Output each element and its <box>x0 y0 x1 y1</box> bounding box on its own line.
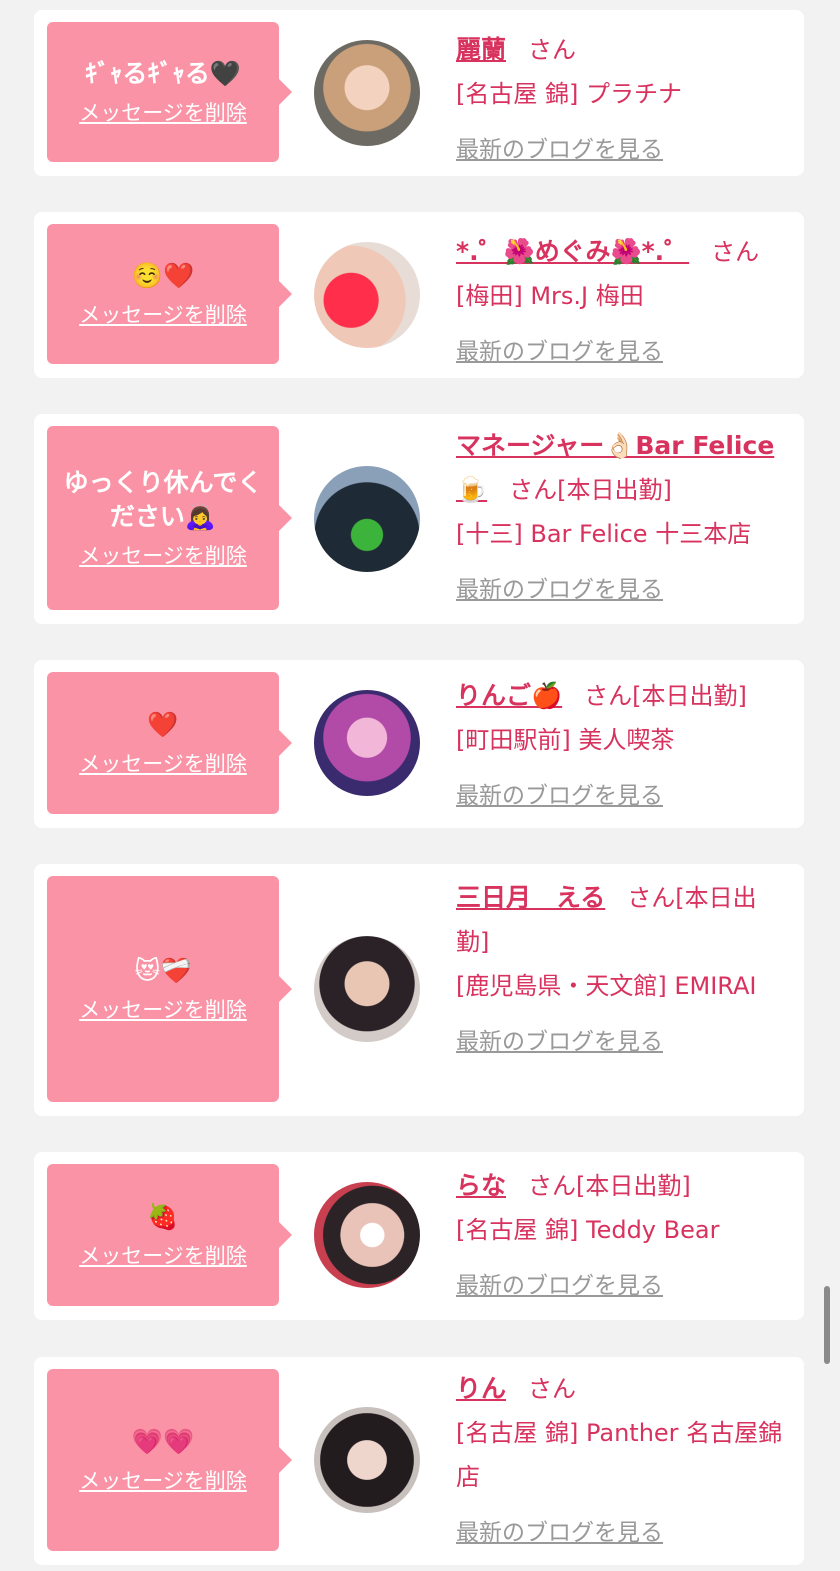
cast-name-link[interactable]: 三日月 える <box>456 883 605 912</box>
message-text: 😻❤️‍🩹 <box>134 956 192 985</box>
favorite-card: 🍓 メッセージを削除 らな さん[本日出勤] [名古屋 錦] Teddy Bear… <box>34 1152 804 1320</box>
cast-name-link[interactable]: らな <box>456 1171 506 1200</box>
attendance-status: [本日出勤] <box>632 682 747 710</box>
honorific: さん <box>584 682 633 710</box>
cast-name-link[interactable]: 麗蘭 <box>456 35 506 64</box>
honorific: さん <box>528 1375 577 1403</box>
delete-message-link[interactable]: メッセージを削除 <box>79 1465 247 1495</box>
avatar[interactable] <box>314 1407 420 1513</box>
shop-name: [鹿児島県・天文館] EMIRAI <box>456 972 757 1000</box>
profile-info: らな さん[本日出勤] [名古屋 錦] Teddy Bear 最新のブログを見る <box>456 1164 790 1308</box>
honorific: さん <box>509 476 558 504</box>
honorific: さん <box>711 238 760 266</box>
latest-blog-link[interactable]: 最新のブログを見る <box>456 1264 663 1308</box>
message-bubble: 💗💗 メッセージを削除 <box>47 1369 292 1551</box>
profile-info: マネージャー👌🏻Bar Felice🍺 さん[本日出勤] [十三] Bar Fel… <box>456 424 790 612</box>
honorific: さん <box>528 1172 577 1200</box>
latest-blog-link[interactable]: 最新のブログを見る <box>456 128 663 172</box>
avatar[interactable] <box>314 690 420 796</box>
favorite-card: ｷﾞｬるｷﾞｬる🖤 メッセージを削除 麗蘭 さん [名古屋 錦] プラチナ 最新の… <box>34 10 804 176</box>
message-bubble: ☺️❤️ メッセージを削除 <box>47 224 292 364</box>
attendance-status: [本日出勤] <box>557 476 672 504</box>
latest-blog-link[interactable]: 最新のブログを見る <box>456 330 663 374</box>
message-text: ❤️ <box>147 710 179 739</box>
shop-name: [名古屋 錦] Panther 名古屋錦店 <box>456 1419 783 1491</box>
shop-name: [十三] Bar Felice 十三本店 <box>456 520 752 548</box>
profile-info: りん さん [名古屋 錦] Panther 名古屋錦店 最新のブログを見る <box>456 1367 790 1555</box>
cast-name-link[interactable]: *.゜🌺めぐみ🌺*.゜ <box>456 237 689 266</box>
message-text: ゆっくり休んでください🙇‍♀️ <box>63 468 263 531</box>
favorite-card: ☺️❤️ メッセージを削除 *.゜🌺めぐみ🌺*.゜ さん [梅田] Mrs.J 梅… <box>34 212 804 378</box>
message-bubble: ❤️ メッセージを削除 <box>47 672 292 814</box>
honorific: さん <box>627 884 676 912</box>
cast-name-link[interactable]: りん <box>456 1374 506 1403</box>
avatar[interactable] <box>314 242 420 348</box>
honorific: さん <box>528 36 577 64</box>
profile-info: りんご🍎 さん[本日出勤] [町田駅前] 美人喫茶 最新のブログを見る <box>456 674 790 818</box>
delete-message-link[interactable]: メッセージを削除 <box>79 540 247 570</box>
message-bubble: 😻❤️‍🩹 メッセージを削除 <box>47 876 292 1102</box>
delete-message-link[interactable]: メッセージを削除 <box>79 994 247 1024</box>
delete-message-link[interactable]: メッセージを削除 <box>79 748 247 778</box>
scrollbar-thumb[interactable] <box>824 1286 830 1364</box>
favorite-card: ゆっくり休んでください🙇‍♀️ メッセージを削除 マネージャー👌🏻Bar Fel… <box>34 414 804 624</box>
message-bubble: ゆっくり休んでください🙇‍♀️ メッセージを削除 <box>47 426 292 610</box>
message-bubble: 🍓 メッセージを削除 <box>47 1164 292 1306</box>
message-text: ｷﾞｬるｷﾞｬる🖤 <box>84 59 242 88</box>
message-text: ☺️❤️ <box>131 261 195 290</box>
latest-blog-link[interactable]: 最新のブログを見る <box>456 568 663 612</box>
avatar[interactable] <box>314 40 420 146</box>
latest-blog-link[interactable]: 最新のブログを見る <box>456 774 663 818</box>
favorite-card: ❤️ メッセージを削除 りんご🍎 さん[本日出勤] [町田駅前] 美人喫茶 最新の… <box>34 660 804 828</box>
profile-info: *.゜🌺めぐみ🌺*.゜ さん [梅田] Mrs.J 梅田 最新のブログを見る <box>456 230 790 374</box>
latest-blog-link[interactable]: 最新のブログを見る <box>456 1511 663 1555</box>
shop-name: [名古屋 錦] プラチナ <box>456 80 682 108</box>
avatar[interactable] <box>314 1182 420 1288</box>
favorite-card: 😻❤️‍🩹 メッセージを削除 三日月 える さん[本日出勤] [鹿児島県・天文館]… <box>34 864 804 1116</box>
delete-message-link[interactable]: メッセージを削除 <box>79 1240 247 1270</box>
delete-message-link[interactable]: メッセージを削除 <box>79 299 247 329</box>
message-text: 💗💗 <box>131 1427 195 1456</box>
avatar[interactable] <box>314 936 420 1042</box>
shop-name: [町田駅前] 美人喫茶 <box>456 726 675 754</box>
favorite-card: 💗💗 メッセージを削除 りん さん [名古屋 錦] Panther 名古屋錦店 最… <box>34 1357 804 1565</box>
profile-info: 三日月 える さん[本日出勤] [鹿児島県・天文館] EMIRAI 最新のブログを… <box>456 876 776 1064</box>
attendance-status: [本日出勤] <box>576 1172 691 1200</box>
shop-name: [名古屋 錦] Teddy Bear <box>456 1216 720 1244</box>
shop-name: [梅田] Mrs.J 梅田 <box>456 282 644 310</box>
delete-message-link[interactable]: メッセージを削除 <box>79 97 247 127</box>
latest-blog-link[interactable]: 最新のブログを見る <box>456 1020 663 1064</box>
profile-info: 麗蘭 さん [名古屋 錦] プラチナ 最新のブログを見る <box>456 28 790 172</box>
cast-name-link[interactable]: りんご🍎 <box>456 681 562 710</box>
message-bubble: ｷﾞｬるｷﾞｬる🖤 メッセージを削除 <box>47 22 292 162</box>
message-text: 🍓 <box>147 1202 179 1231</box>
avatar[interactable] <box>314 466 420 572</box>
